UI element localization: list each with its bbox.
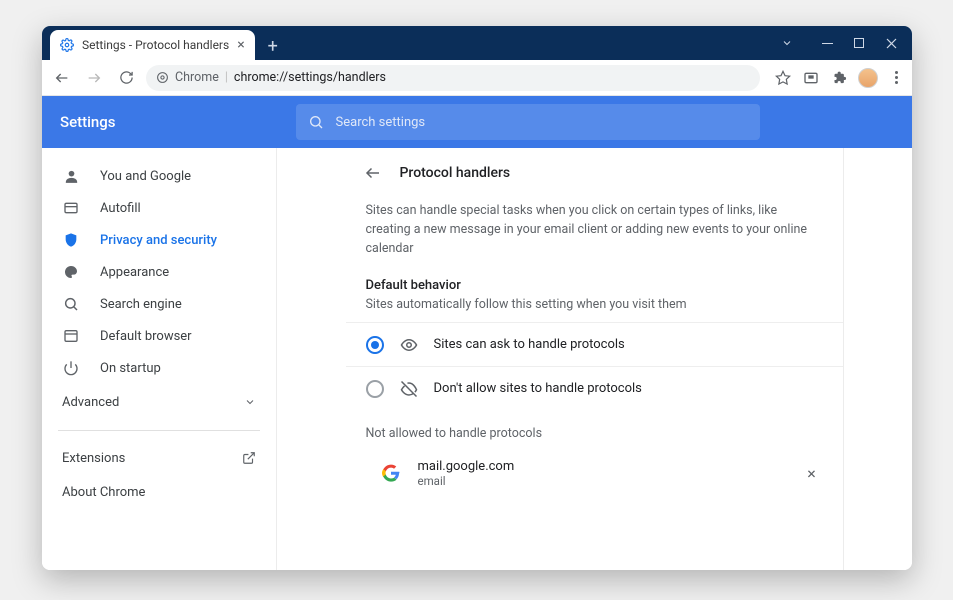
sidebar: You and Google Autofill Privacy and secu… bbox=[42, 148, 276, 570]
address-bar: Chrome | chrome://settings/handlers bbox=[42, 60, 912, 96]
divider bbox=[58, 430, 260, 431]
extensions-icon[interactable] bbox=[830, 69, 848, 87]
blocked-site-row: mail.google.com email × bbox=[346, 449, 843, 497]
close-window-button[interactable] bbox=[876, 29, 906, 57]
site-protocol: email bbox=[418, 474, 785, 488]
sidebar-advanced-toggle[interactable]: Advanced bbox=[42, 384, 276, 420]
chevron-down-icon[interactable] bbox=[772, 29, 802, 57]
sidebar-item-about-chrome[interactable]: About Chrome bbox=[42, 475, 276, 509]
settings-header: Settings Search settings bbox=[42, 96, 912, 148]
sidebar-item-label: On startup bbox=[100, 361, 161, 376]
about-label: About Chrome bbox=[62, 485, 145, 500]
cast-icon[interactable] bbox=[802, 69, 820, 87]
page-title: Protocol handlers bbox=[400, 165, 511, 181]
content-wrap: Protocol handlers Sites can handle speci… bbox=[276, 148, 912, 570]
autofill-icon bbox=[62, 199, 80, 217]
sidebar-item-extensions[interactable]: Extensions bbox=[42, 441, 276, 475]
default-behavior-heading: Default behavior bbox=[346, 274, 843, 295]
extensions-label: Extensions bbox=[62, 451, 125, 466]
palette-icon bbox=[62, 263, 80, 281]
settings-body: You and Google Autofill Privacy and secu… bbox=[42, 148, 912, 570]
external-link-icon bbox=[242, 451, 256, 465]
omnibox[interactable]: Chrome | chrome://settings/handlers bbox=[146, 65, 760, 91]
reload-button[interactable] bbox=[114, 66, 138, 90]
search-icon bbox=[62, 295, 80, 313]
sidebar-item-label: Default browser bbox=[100, 329, 192, 344]
remove-site-button[interactable]: × bbox=[801, 462, 823, 484]
page-header: Protocol handlers bbox=[346, 148, 843, 198]
sidebar-item-on-startup[interactable]: On startup bbox=[42, 352, 276, 384]
site-name: mail.google.com bbox=[418, 459, 785, 474]
advanced-label: Advanced bbox=[62, 395, 119, 410]
default-behavior-sub: Sites automatically follow this setting … bbox=[346, 295, 843, 322]
page-description: Sites can handle special tasks when you … bbox=[346, 198, 843, 274]
search-input[interactable]: Search settings bbox=[296, 104, 760, 140]
search-icon bbox=[308, 114, 324, 130]
chrome-icon bbox=[156, 71, 169, 84]
sidebar-item-search-engine[interactable]: Search engine bbox=[42, 288, 276, 320]
browser-icon bbox=[62, 327, 80, 345]
chevron-down-icon bbox=[244, 396, 256, 408]
settings-app-title: Settings bbox=[60, 113, 116, 131]
sidebar-item-label: Search engine bbox=[100, 297, 182, 312]
page-back-button[interactable] bbox=[362, 162, 384, 184]
person-icon bbox=[62, 167, 80, 185]
close-icon[interactable]: × bbox=[237, 37, 244, 53]
minimize-button[interactable] bbox=[812, 29, 842, 57]
eye-icon bbox=[400, 336, 418, 354]
titlebar: Settings - Protocol handlers × + bbox=[42, 26, 912, 60]
sidebar-item-label: You and Google bbox=[100, 169, 191, 184]
omnibox-url: chrome://settings/handlers bbox=[234, 70, 386, 85]
forward-button[interactable] bbox=[82, 66, 106, 90]
blocked-heading: Not allowed to handle protocols bbox=[346, 410, 843, 449]
kebab-menu-icon[interactable] bbox=[888, 69, 904, 87]
sidebar-item-you-and-google[interactable]: You and Google bbox=[42, 160, 276, 192]
option-allow-handlers[interactable]: Sites can ask to handle protocols bbox=[346, 322, 843, 366]
radio-unchecked[interactable] bbox=[366, 380, 384, 398]
content: Protocol handlers Sites can handle speci… bbox=[346, 148, 844, 570]
shield-icon bbox=[62, 231, 80, 249]
option-label: Don't allow sites to handle protocols bbox=[434, 381, 642, 396]
eye-off-icon bbox=[400, 380, 418, 398]
sidebar-item-label: Autofill bbox=[100, 201, 141, 216]
omnibox-scheme: Chrome bbox=[175, 70, 219, 85]
maximize-button[interactable] bbox=[844, 29, 874, 57]
sidebar-item-default-browser[interactable]: Default browser bbox=[42, 320, 276, 352]
option-label: Sites can ask to handle protocols bbox=[434, 337, 625, 352]
sidebar-item-appearance[interactable]: Appearance bbox=[42, 256, 276, 288]
sidebar-item-autofill[interactable]: Autofill bbox=[42, 192, 276, 224]
radio-checked[interactable] bbox=[366, 336, 384, 354]
search-placeholder: Search settings bbox=[336, 115, 426, 130]
browser-window: Settings - Protocol handlers × + bbox=[42, 26, 912, 570]
avatar[interactable] bbox=[858, 68, 878, 88]
power-icon bbox=[62, 359, 80, 377]
tab-title: Settings - Protocol handlers bbox=[82, 38, 229, 52]
back-button[interactable] bbox=[50, 66, 74, 90]
google-icon bbox=[380, 462, 402, 484]
option-block-handlers[interactable]: Don't allow sites to handle protocols bbox=[346, 366, 843, 410]
sidebar-item-label: Privacy and security bbox=[100, 233, 217, 248]
new-tab-button[interactable]: + bbox=[261, 34, 285, 58]
gear-icon bbox=[60, 38, 74, 52]
sidebar-item-privacy-and-security[interactable]: Privacy and security bbox=[42, 224, 276, 256]
star-icon[interactable] bbox=[774, 69, 792, 87]
sidebar-item-label: Appearance bbox=[100, 265, 169, 280]
window-controls bbox=[772, 26, 906, 60]
browser-tab[interactable]: Settings - Protocol handlers × bbox=[50, 30, 255, 60]
